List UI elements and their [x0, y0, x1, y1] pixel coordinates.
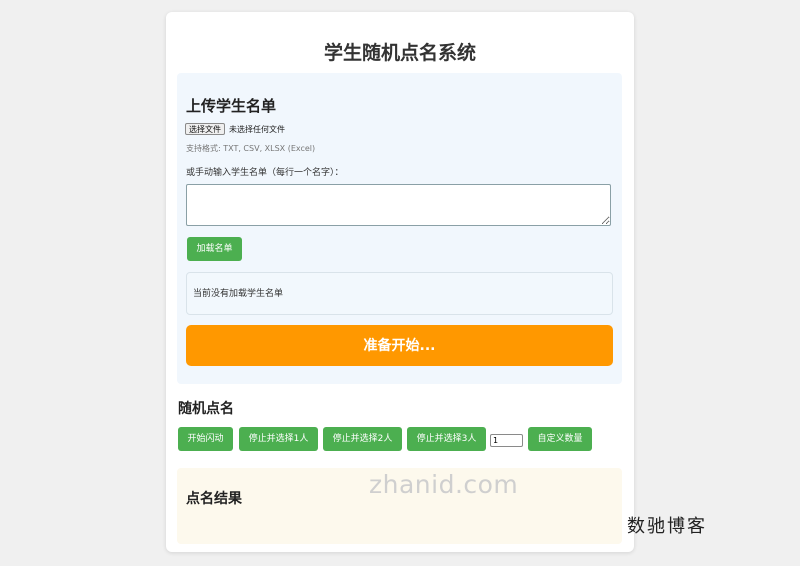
start-flash-button[interactable]: 开始闪动: [178, 427, 233, 451]
list-status: 当前没有加载学生名单: [186, 272, 613, 315]
site-watermark: zhanid.com: [369, 470, 519, 499]
upload-title: 上传学生名单: [186, 97, 277, 115]
load-list-button[interactable]: 加载名单: [187, 237, 242, 261]
supported-formats: 支持格式: TXT, CSV, XLSX (Excel): [186, 144, 316, 153]
result-title: 点名结果: [186, 491, 242, 507]
stop-select-1-button[interactable]: 停止并选择1人: [239, 427, 318, 451]
upload-section: 上传学生名单 选择文件 未选择任何文件 支持格式: TXT, CSV, XLSX…: [177, 73, 622, 384]
file-status: 未选择任何文件: [229, 125, 285, 134]
names-textarea[interactable]: [186, 184, 611, 226]
custom-count-button[interactable]: 自定义数量: [528, 427, 592, 451]
stop-select-2-button[interactable]: 停止并选择2人: [323, 427, 402, 451]
blog-watermark: 数驰博客: [627, 516, 707, 537]
rollcall-title: 随机点名: [178, 401, 234, 417]
page-title: 学生随机点名系统: [323, 42, 476, 64]
manual-input-label: 或手动输入学生名单（每行一个名字）：: [186, 168, 344, 178]
custom-count-input[interactable]: [490, 434, 523, 447]
stop-select-3-button[interactable]: 停止并选择3人: [407, 427, 486, 451]
ready-button[interactable]: 准备开始...: [186, 325, 613, 366]
choose-file-button[interactable]: 选择文件: [185, 123, 225, 135]
